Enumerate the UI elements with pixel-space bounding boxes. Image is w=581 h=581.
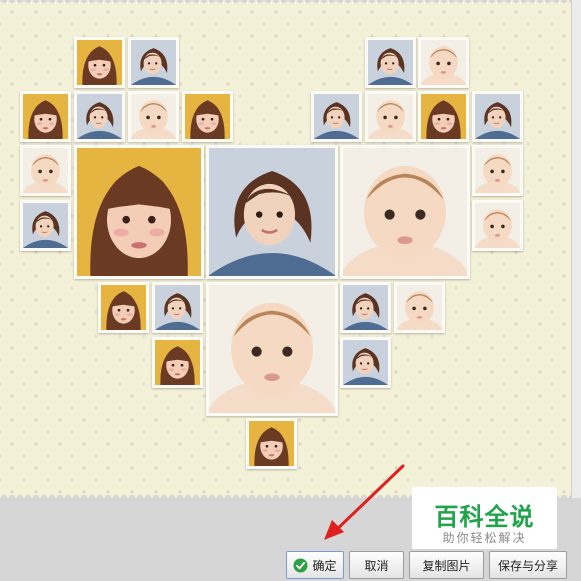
photo-tile-woman-denim [74,91,125,142]
photo-tile-woman-denim [311,91,362,142]
photo-tile-girl-bangs [152,337,203,388]
photo-tile-woman-denim [472,91,523,142]
photo-tile-baby [418,37,469,88]
photo-tile-baby [472,145,523,196]
photo-tile-girl-bangs [20,91,71,142]
photo-tile-girl-bangs [418,91,469,142]
photo-tile-baby [206,282,338,416]
photo-tile-woman-denim [340,337,391,388]
red-arrow-annotation [324,464,405,540]
photo-tile-girl-bangs [246,418,297,469]
watermark-subtitle: 助你轻松解决 [442,531,527,545]
photo-tile-woman-denim [340,282,391,333]
copy-image-button[interactable]: 复制图片 [409,551,484,579]
photo-tile-woman-denim [152,282,203,333]
watermark-title: 百科全说 [434,503,535,531]
photo-tile-woman-denim [20,200,71,251]
cancel-button-label: 取消 [364,558,389,573]
vertical-scrollbar[interactable] [571,0,581,498]
photo-tile-woman-denim [365,37,416,88]
ok-button[interactable]: 确定 [286,551,344,579]
photo-tile-woman-denim [128,37,179,88]
save-share-button[interactable]: 保存与分享 [489,551,567,579]
photo-collage-canvas [0,0,571,498]
ok-button-label: 确定 [312,558,337,573]
photo-tile-woman-denim [206,145,338,279]
photo-tile-baby [472,200,523,251]
photo-tile-baby [128,91,179,142]
photo-tile-girl-bangs [74,145,204,279]
photo-tile-girl-bangs [74,37,125,88]
cancel-button[interactable]: 取消 [349,551,404,579]
watermark-logo: 百科全说 助你轻松解决 [412,487,557,549]
photo-tile-baby [340,145,470,279]
photo-tile-girl-bangs [98,282,149,333]
save-share-button-label: 保存与分享 [497,558,558,573]
photo-tile-baby [394,282,445,333]
copy-image-button-label: 复制图片 [422,558,471,573]
check-circle-icon [293,557,309,573]
photo-tile-girl-bangs [182,91,233,142]
photo-tile-baby [20,145,71,196]
photo-tile-baby [365,91,416,142]
